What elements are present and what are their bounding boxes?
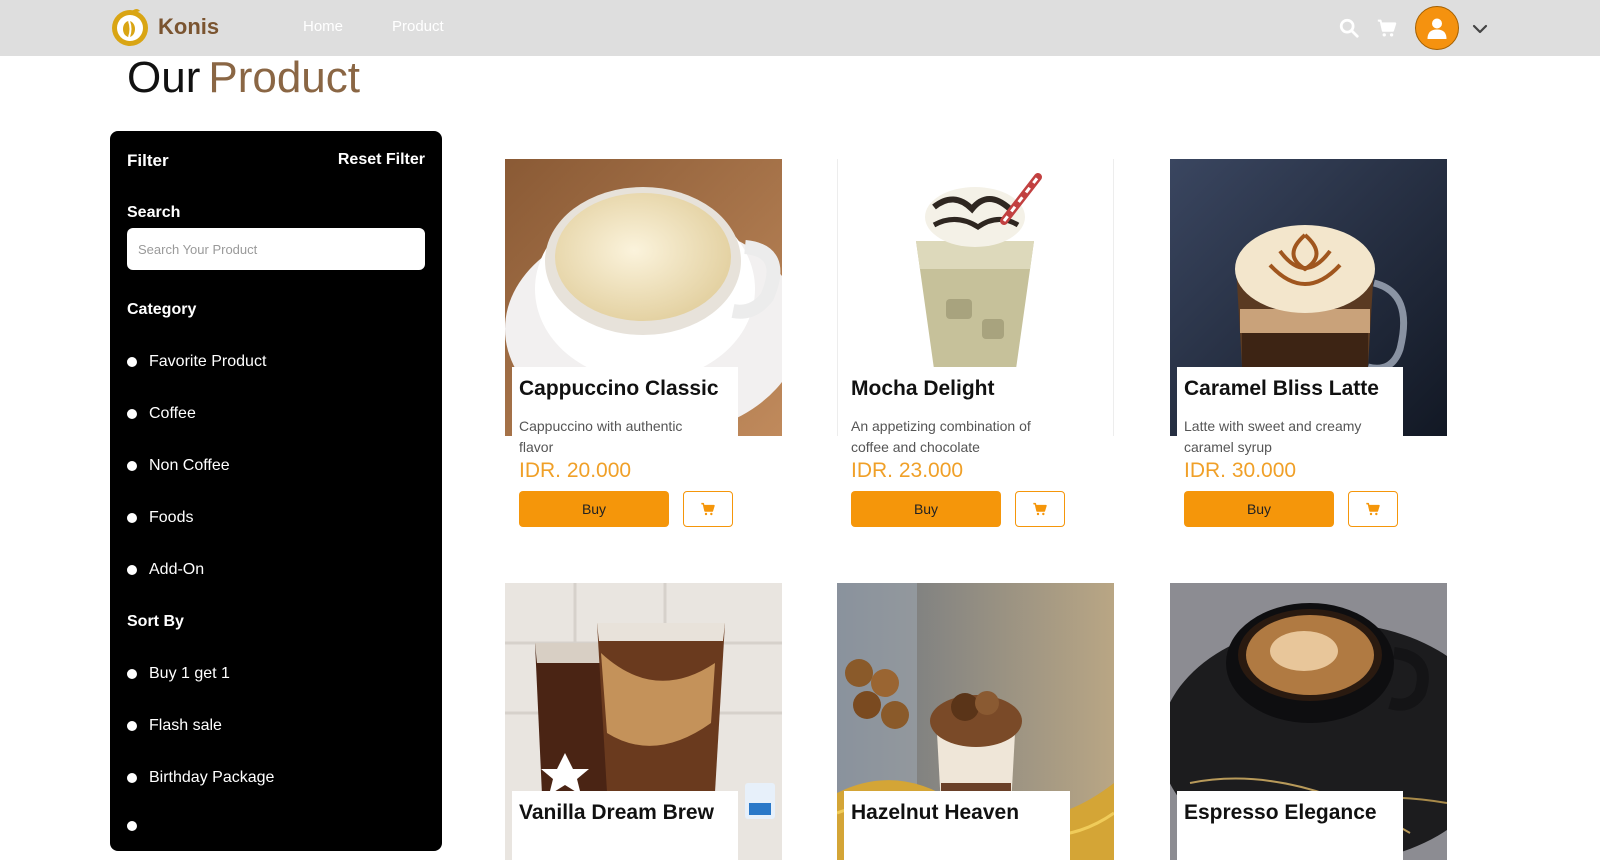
- radio-dot-icon: [127, 461, 137, 471]
- product-name-plate: Espresso Elegance: [1177, 791, 1403, 860]
- product-price: IDR. 20.000: [519, 459, 632, 482]
- category-option-label: Foods: [149, 509, 194, 526]
- category-option-add-on[interactable]: Add-On: [127, 561, 204, 579]
- product-name-plate: Vanilla Dream Brew: [512, 791, 738, 860]
- filter-panel: Filter Reset Filter Search Category Favo…: [110, 131, 442, 851]
- radio-dot-icon: [127, 565, 137, 575]
- product-name[interactable]: Caramel Bliss Latte: [1184, 377, 1396, 401]
- search-label: Search: [127, 204, 181, 221]
- sort-option-birthday-package[interactable]: Birthday Package: [127, 769, 274, 787]
- product-name[interactable]: Mocha Delight: [851, 377, 1063, 401]
- cart-icon[interactable]: [1376, 17, 1398, 39]
- category-option-label: Non Coffee: [149, 457, 230, 474]
- product-name[interactable]: Espresso Elegance: [1184, 801, 1396, 825]
- product-price: IDR. 30.000: [1184, 459, 1297, 482]
- navbar: Konis Home Product: [0, 0, 1600, 56]
- sort-option-partial[interactable]: [127, 821, 149, 831]
- radio-dot-icon: [127, 821, 137, 831]
- category-option-foods[interactable]: Foods: [127, 509, 193, 527]
- category-option-favorite-product[interactable]: Favorite Product: [127, 353, 266, 371]
- search-icon[interactable]: [1338, 17, 1360, 39]
- product-name-plate: Hazelnut Heaven: [844, 791, 1070, 860]
- user-avatar-button[interactable]: [1415, 6, 1459, 50]
- radio-dot-icon: [127, 513, 137, 523]
- radio-dot-icon: [127, 773, 137, 783]
- nav-product-link[interactable]: Product: [392, 18, 444, 35]
- page-title-part2: Product: [208, 53, 360, 102]
- cart-icon: [1033, 502, 1047, 516]
- brand-logo[interactable]: Konis: [110, 7, 219, 47]
- product-description: Cappuccino with authentic flavor: [519, 418, 683, 455]
- filter-title: Filter: [127, 151, 169, 170]
- nav-home-link[interactable]: Home: [303, 18, 343, 35]
- brand-name: Konis: [158, 14, 220, 39]
- buy-button[interactable]: Buy: [851, 491, 1001, 527]
- cart-icon: [1366, 502, 1380, 516]
- search-input[interactable]: [127, 228, 425, 270]
- sort-by-label: Sort By: [127, 613, 184, 630]
- add-to-cart-button[interactable]: [1015, 491, 1065, 527]
- radio-dot-icon: [127, 721, 137, 731]
- category-label: Category: [127, 301, 197, 318]
- buy-button[interactable]: Buy: [1184, 491, 1334, 527]
- sort-option-buy1get1[interactable]: Buy 1 get 1: [127, 665, 230, 683]
- radio-dot-icon: [127, 409, 137, 419]
- sort-option-flash-sale[interactable]: Flash sale: [127, 717, 222, 735]
- sort-option-label: Buy 1 get 1: [149, 665, 230, 682]
- page-title: Our Product: [127, 52, 360, 104]
- product-description: An appetizing combination of coffee and …: [851, 418, 1031, 455]
- cart-icon: [701, 502, 715, 516]
- chevron-down-icon[interactable]: [1470, 19, 1490, 39]
- radio-dot-icon: [127, 669, 137, 679]
- product-name[interactable]: Vanilla Dream Brew: [519, 801, 731, 825]
- add-to-cart-button[interactable]: [683, 491, 733, 527]
- product-name[interactable]: Cappuccino Classic: [519, 377, 731, 401]
- category-option-label: Add-On: [149, 561, 205, 578]
- page-title-part1: Our: [127, 53, 201, 102]
- coffee-cup-logo-icon: [112, 9, 148, 46]
- sort-option-label: Flash sale: [149, 717, 222, 734]
- category-option-label: Coffee: [149, 405, 196, 422]
- sort-option-label: Birthday Package: [149, 769, 275, 786]
- radio-dot-icon: [127, 357, 137, 367]
- product-price: IDR. 23.000: [851, 459, 964, 482]
- product-description: Latte with sweet and creamy caramel syru…: [1184, 418, 1362, 455]
- add-to-cart-button[interactable]: [1348, 491, 1398, 527]
- product-name[interactable]: Hazelnut Heaven: [851, 801, 1063, 825]
- category-option-coffee[interactable]: Coffee: [127, 405, 196, 423]
- buy-button[interactable]: Buy: [519, 491, 669, 527]
- category-option-non-coffee[interactable]: Non Coffee: [127, 457, 230, 475]
- user-icon: [1427, 18, 1447, 39]
- category-option-label: Favorite Product: [149, 353, 267, 370]
- reset-filter-button[interactable]: Reset Filter: [338, 151, 425, 169]
